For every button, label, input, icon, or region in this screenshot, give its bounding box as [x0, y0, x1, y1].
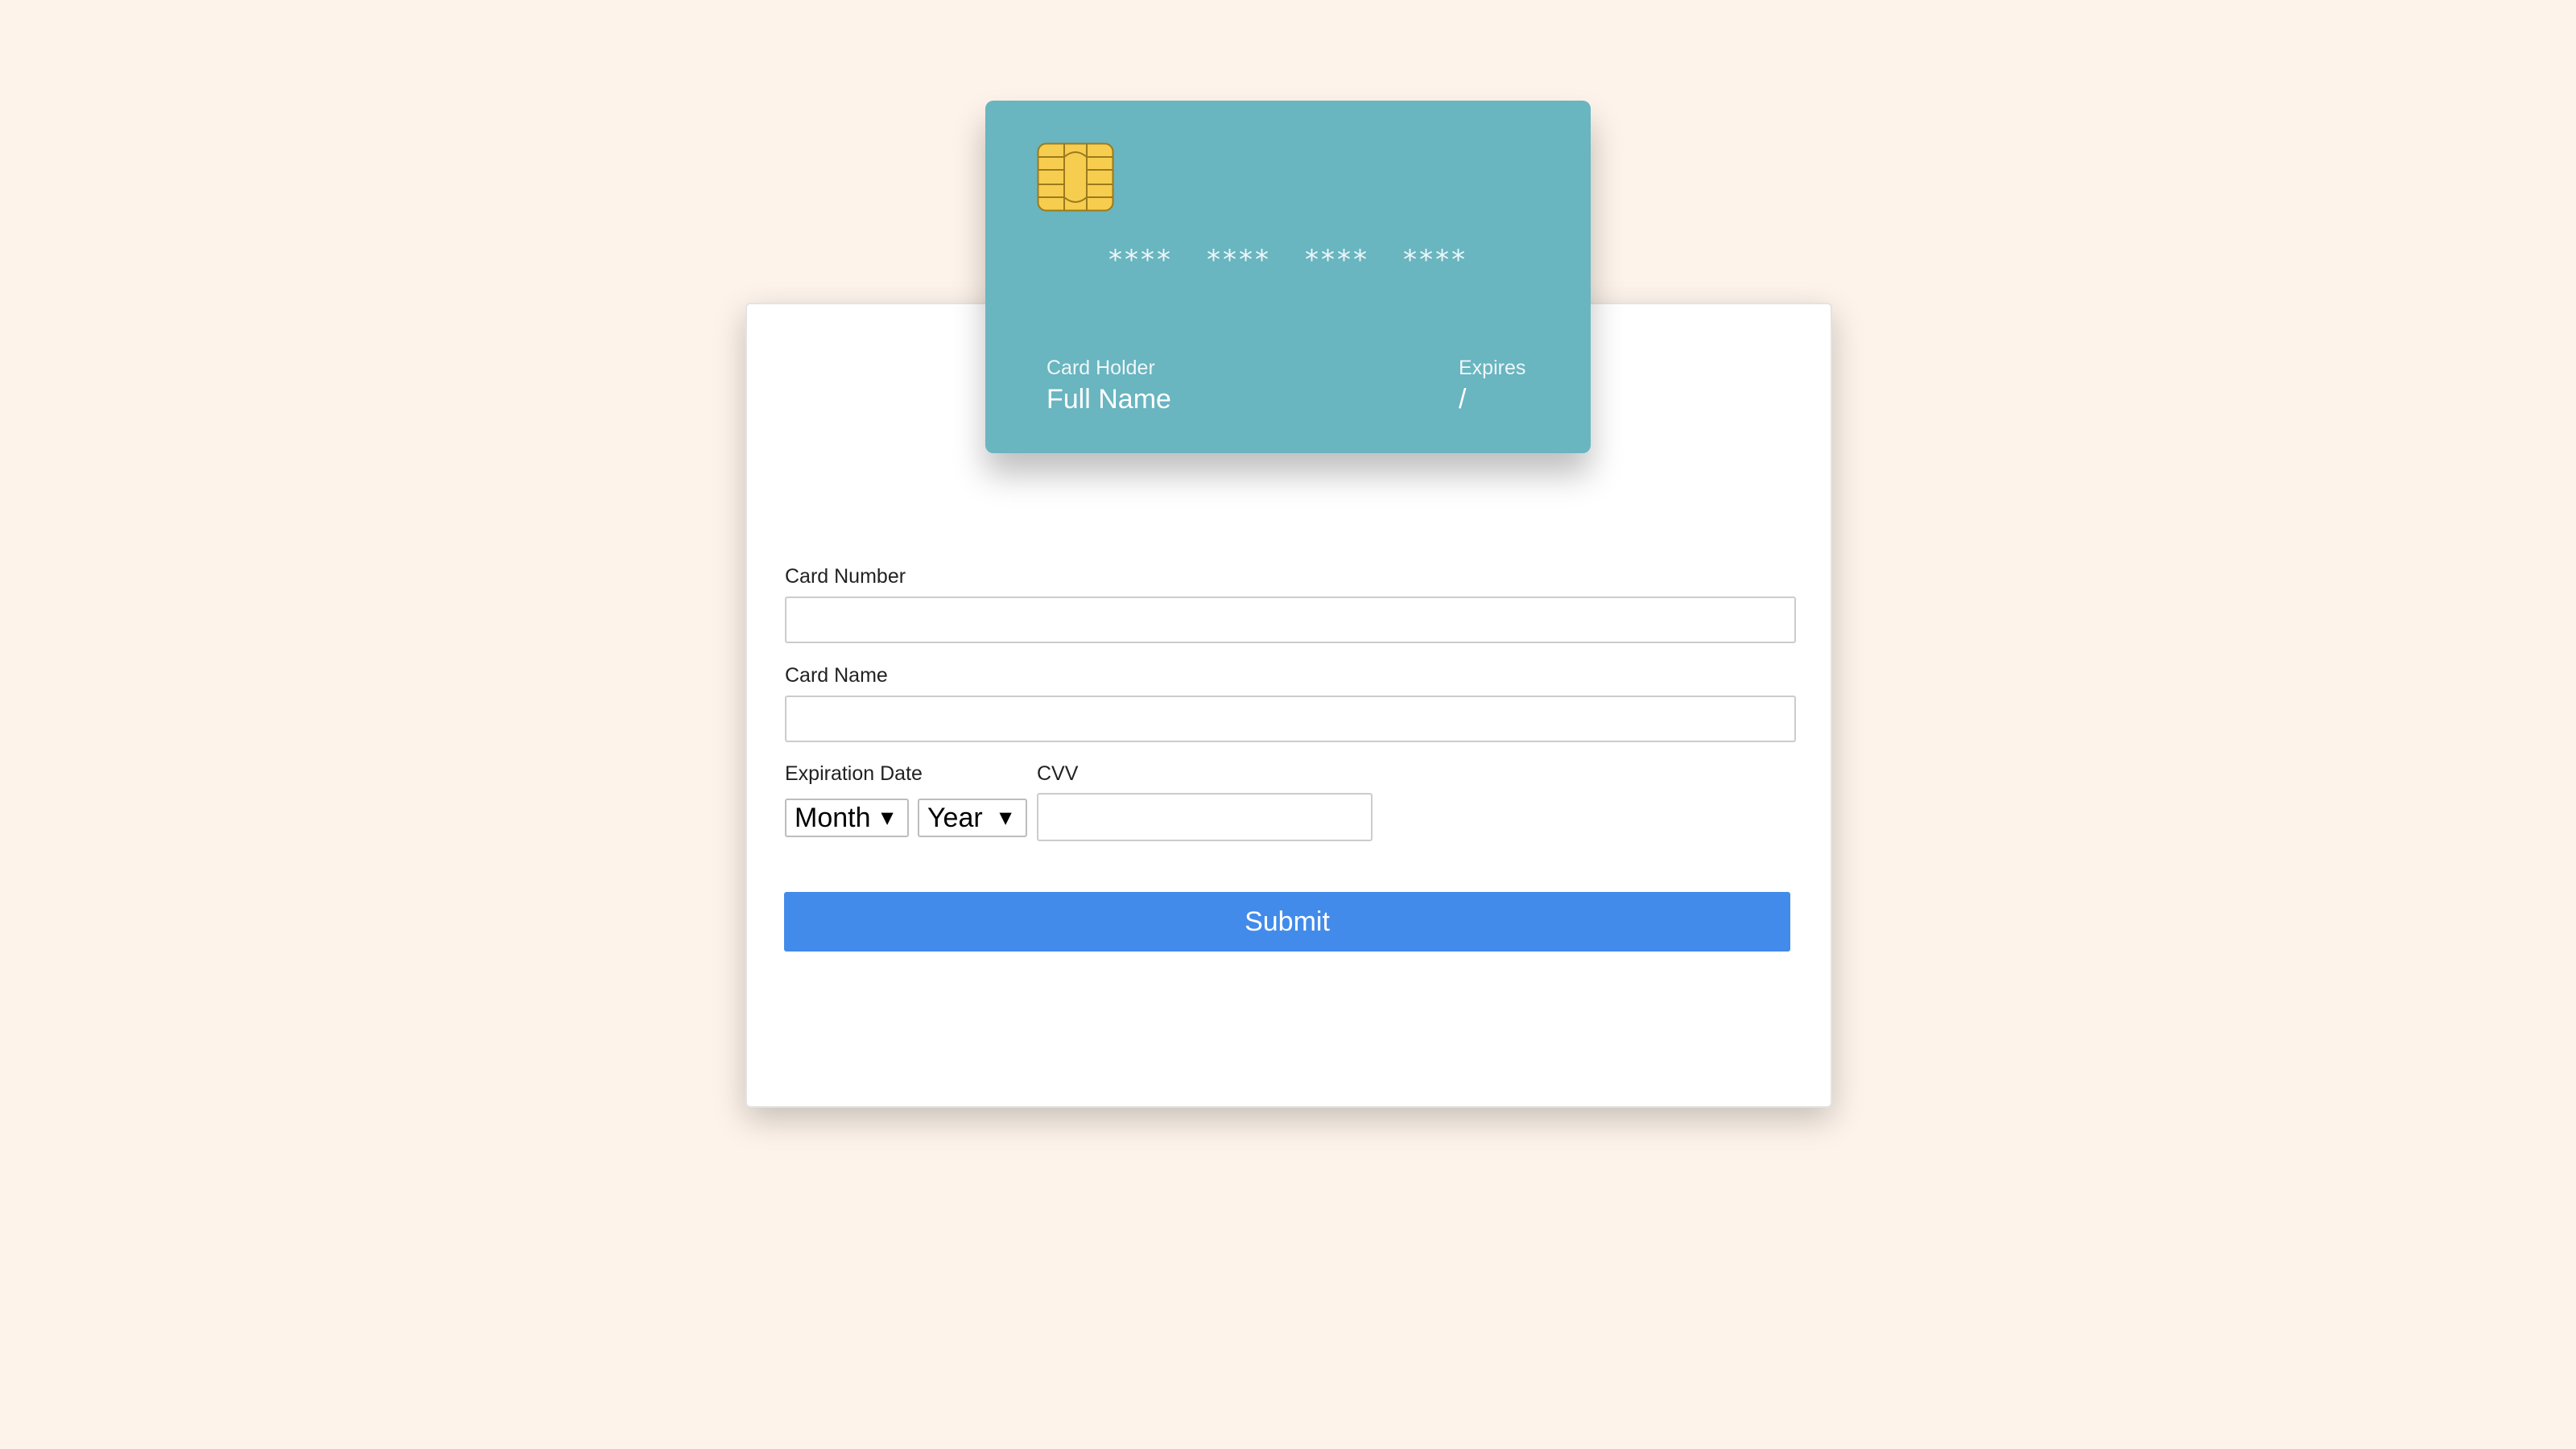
card-name-label: Card Name: [785, 664, 888, 687]
credit-card-preview: **** **** **** **** Card Holder Full Nam…: [985, 101, 1591, 453]
card-number-display: **** **** **** ****: [985, 244, 1591, 276]
cvv-label: CVV: [1037, 762, 1079, 785]
year-select[interactable]: Year ▼: [918, 799, 1027, 837]
expiration-date-label: Expiration Date: [785, 762, 923, 785]
card-number-group: ****: [1108, 244, 1173, 276]
chevron-down-icon: ▼: [877, 805, 898, 830]
submit-button[interactable]: Submit: [784, 892, 1790, 952]
card-number-label: Card Number: [785, 565, 906, 588]
card-number-group: ****: [1403, 244, 1468, 276]
card-chip-icon: [1037, 142, 1114, 212]
card-number-group: ****: [1305, 244, 1369, 276]
card-expires-label: Expires: [1459, 357, 1526, 379]
card-holder-label: Card Holder: [1046, 357, 1155, 379]
card-number-input[interactable]: [785, 597, 1796, 643]
cvv-input[interactable]: [1037, 793, 1373, 841]
card-name-input[interactable]: [785, 696, 1796, 742]
chevron-down-icon: ▼: [995, 805, 1016, 830]
card-number-group: ****: [1207, 244, 1271, 276]
month-select-value: Month: [795, 802, 871, 833]
month-select[interactable]: Month ▼: [785, 799, 909, 837]
card-expires-value: /: [1459, 384, 1467, 415]
card-holder-value: Full Name: [1046, 384, 1171, 415]
year-select-value: Year: [927, 802, 983, 833]
